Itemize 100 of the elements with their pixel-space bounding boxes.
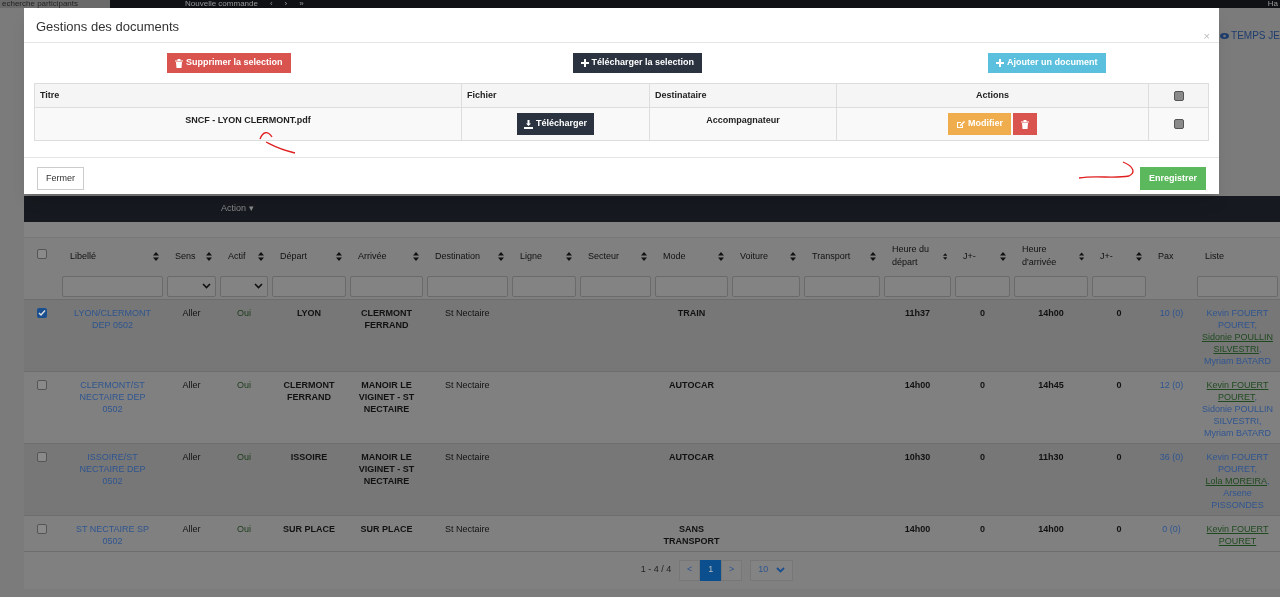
filter-input[interactable] [580, 275, 651, 297]
next-page-button[interactable]: > [721, 559, 743, 581]
table-cell: St Nectaire [445, 307, 490, 318]
participant-link[interactable]: Lola MOREIRA, [1205, 474, 1270, 487]
column-header[interactable]: Heure du départ [892, 243, 941, 269]
close-modal-button[interactable]: Fermer [37, 167, 84, 190]
column-header[interactable]: Ligne [520, 249, 543, 263]
column-header[interactable]: Pax [1158, 249, 1174, 263]
table-cell: 11h37 [905, 307, 930, 318]
column-header[interactable]: J+- [963, 249, 976, 263]
filter-input[interactable] [804, 275, 880, 297]
table-cell: TRAIN [677, 307, 706, 318]
filter-input[interactable] [1092, 275, 1146, 297]
plus-icon [996, 59, 1005, 67]
table-cell: MANOIR LE VIGINET - ST NECTAIRE [358, 451, 415, 486]
eye-icon [1220, 32, 1230, 39]
nav-link[interactable]: » [299, 0, 304, 8]
table-cell: 14h00 [1038, 307, 1064, 318]
table-cell: 11h30 [1038, 451, 1064, 462]
table-cell: 0 [1116, 451, 1122, 462]
nav-link[interactable]: › [284, 0, 288, 8]
toolbar-button[interactable]: Ajouter un document [988, 53, 1106, 73]
filter-select[interactable] [167, 275, 216, 297]
column-header[interactable]: Sens [175, 249, 196, 263]
row-checkbox[interactable] [37, 451, 47, 462]
column-header[interactable]: Libellé [70, 249, 97, 263]
table-cell: Oui [237, 523, 251, 534]
filter-select[interactable] [220, 275, 268, 297]
save-button[interactable]: Enregistrer [1139, 167, 1206, 190]
filter-input[interactable] [955, 275, 1010, 297]
filter-input[interactable] [732, 275, 800, 297]
table-cell: 14h00 [904, 379, 931, 390]
user-menu[interactable]: Ha [1267, 0, 1278, 8]
close-button[interactable]: × [1203, 31, 1210, 42]
column-header[interactable]: Voiture [740, 249, 769, 263]
temps-link[interactable]: TEMPS JE [1220, 28, 1280, 43]
table-cell: SANS TRANSPORT [663, 523, 720, 546]
table-cell: 14h00 [904, 523, 931, 534]
table-cell: AUTOCAR [669, 379, 714, 390]
table-cell: MANOIR LE VIGINET - ST NECTAIRE [358, 379, 415, 414]
column-header[interactable]: Heure d'arrivée [1022, 243, 1077, 269]
column-header[interactable]: Arrivée [358, 249, 387, 263]
page-size-select[interactable]: 10 [750, 559, 794, 581]
table-cell: Oui [237, 307, 251, 318]
table-cell: ISSOIRE [290, 451, 328, 462]
chevron-down-icon [202, 283, 211, 290]
previous-page-button[interactable]: < [679, 559, 701, 581]
page-button[interactable]: 1 [700, 559, 722, 581]
filter-input[interactable] [350, 275, 423, 297]
column-header[interactable]: Actif [228, 249, 246, 263]
filter-input[interactable] [427, 275, 508, 297]
table-cell: 0 [980, 307, 985, 318]
table-cell: 0 [980, 523, 985, 534]
filter-input[interactable] [272, 275, 346, 297]
table-cell: 0 [1116, 307, 1122, 318]
toolbar-button[interactable]: Télécharger la selection [572, 53, 703, 73]
row-checkbox[interactable] [37, 307, 47, 318]
column-header[interactable]: Mode [663, 249, 686, 263]
table-cell: CLERMONT FERRAND [283, 379, 335, 402]
table-cell: 0 [980, 379, 985, 390]
column-header[interactable]: J+- [1100, 249, 1113, 263]
row-checkbox[interactable] [37, 379, 47, 390]
table-cell: Aller [182, 307, 201, 318]
download-icon [524, 119, 533, 129]
delete-button[interactable] [1013, 113, 1037, 135]
plus-icon [580, 59, 589, 67]
filter-input[interactable] [62, 275, 163, 297]
filter-input[interactable] [1197, 275, 1278, 297]
table-cell: St Nectaire [445, 451, 490, 462]
column-header[interactable]: Secteur [588, 249, 620, 263]
column-header[interactable]: Destination [435, 249, 481, 263]
filter-input[interactable] [1014, 275, 1088, 297]
participant-link[interactable]: Kevin FOUERT POURET, [1198, 378, 1277, 403]
table-cell: 10h30 [904, 451, 931, 462]
filter-input[interactable] [655, 275, 728, 297]
action-dropdown[interactable]: Action ▾ [221, 202, 254, 216]
filter-input[interactable] [512, 275, 576, 297]
row-checkbox[interactable] [37, 523, 47, 534]
table-cell: Aller [182, 379, 201, 390]
new-order-link[interactable]: Nouvelle commande [185, 0, 258, 8]
toolbar-button[interactable]: Supprimer la selection [167, 53, 291, 73]
select-all-checkbox[interactable] [37, 248, 47, 259]
trash-icon [1021, 119, 1029, 129]
nav-link[interactable]: ‹ [269, 0, 273, 8]
download-button[interactable]: Télécharger [517, 113, 594, 135]
column-header[interactable]: Transport [812, 249, 851, 263]
pagination-range: 1 - 4 / 4 [640, 563, 672, 577]
row-checkbox[interactable] [1173, 119, 1184, 129]
participant-link[interactable]: Sidonie POULLIN SILVESTRI, [1198, 330, 1277, 355]
column-header[interactable]: Départ [280, 249, 307, 263]
participant-link[interactable]: Kevin FOUERT POURET [1198, 522, 1277, 547]
filter-input[interactable] [884, 275, 951, 297]
edit-icon [956, 119, 965, 129]
search-field[interactable]: echerche participants [0, 0, 110, 8]
column-header[interactable]: Liste [1205, 249, 1224, 263]
table-cell: 0 [1116, 379, 1122, 390]
table-cell: Oui [237, 451, 251, 462]
select-all-checkbox[interactable] [1173, 90, 1184, 101]
trash-icon [175, 58, 183, 68]
chevron-down-icon [254, 283, 263, 290]
